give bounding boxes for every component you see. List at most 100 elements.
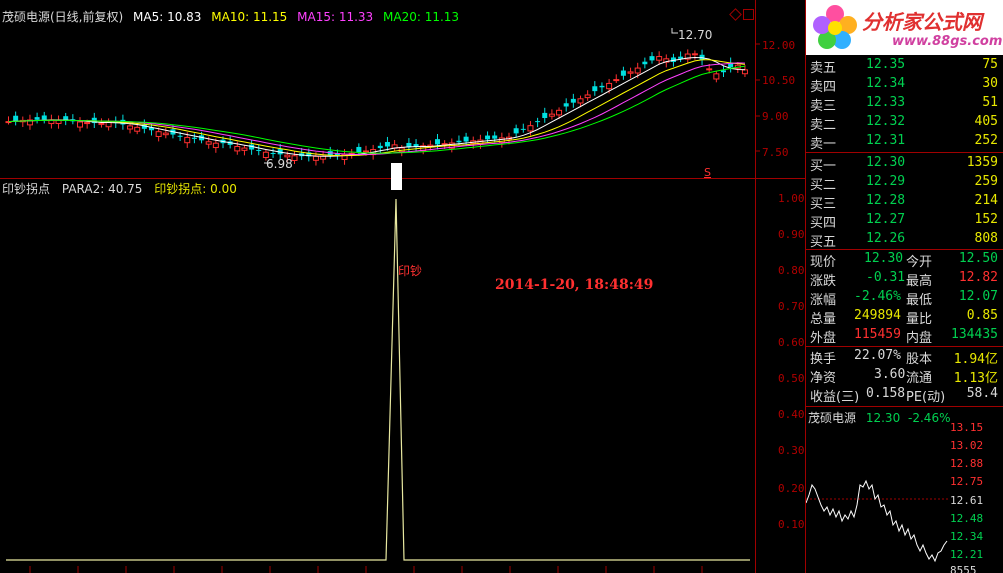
stat-label: 净资 xyxy=(810,371,837,386)
buy-level-label: 买四 xyxy=(810,216,837,231)
stats-divider-2 xyxy=(806,346,1003,347)
candle-body xyxy=(642,61,648,65)
sell-level-label: 卖四 xyxy=(810,80,837,95)
stats-row-nav: 净资 3.60 流通 1.13亿 xyxy=(808,367,1002,386)
sell-level-label: 卖五 xyxy=(810,61,837,76)
stat-label: 股本 xyxy=(906,352,933,367)
buy-level-label: 买一 xyxy=(810,159,837,174)
buy-volume: 808 xyxy=(974,231,998,246)
candle-body xyxy=(691,53,698,56)
candle-body xyxy=(527,125,534,132)
mini-chart-header: 茂硕电源 12.30 -2.46% xyxy=(808,409,950,426)
stat-cap: 1.94亿 xyxy=(953,352,998,367)
candle-body xyxy=(741,69,748,75)
buy-volume: 214 xyxy=(974,193,998,208)
buy-price: 12.28 xyxy=(866,193,906,208)
mini-ytick: 12.75 xyxy=(950,475,984,488)
candle-body xyxy=(34,117,40,120)
candle-body xyxy=(13,115,19,121)
kline-ytick: 10.50 xyxy=(762,74,796,87)
stats-divider xyxy=(806,249,1003,250)
candle-body xyxy=(620,70,626,76)
mini-ytick: 12.88 xyxy=(950,457,984,470)
candle-body xyxy=(77,121,83,128)
candle-body xyxy=(435,139,440,145)
low-label: 6.98 xyxy=(266,157,293,171)
sell-price: 12.34 xyxy=(866,76,906,91)
sell-level-label: 卖三 xyxy=(810,99,837,114)
candle-body xyxy=(256,149,262,151)
candle-body xyxy=(563,103,569,107)
buy-level-label: 买三 xyxy=(810,197,837,212)
stats-row-change: 涨跌 -0.31 最高 12.82 xyxy=(808,270,1002,289)
bottom-axis-ticks xyxy=(29,566,703,573)
candle-body xyxy=(377,145,383,149)
candle-body xyxy=(584,94,591,99)
stat-pct: -2.46% xyxy=(854,289,901,304)
indicator-ytick: 0.20 xyxy=(778,482,805,495)
mini-intraday-chart xyxy=(806,479,948,563)
mini-price: 12.30 xyxy=(865,411,901,425)
sell-level-label: 卖二 xyxy=(810,118,837,133)
candle-body xyxy=(613,79,620,82)
candle-body xyxy=(270,153,276,155)
stat-label: 量比 xyxy=(906,312,933,327)
kline-ytick: 12.00 xyxy=(762,39,796,52)
stat-label: 总量 xyxy=(810,312,837,327)
candle-body xyxy=(205,141,212,145)
stat-label: 收益(三) xyxy=(810,390,860,405)
mini-ytick: 12.48 xyxy=(950,512,984,525)
candle-body xyxy=(513,128,519,134)
buy-price: 12.26 xyxy=(866,231,906,246)
logo-url: www.88gs.com xyxy=(892,34,1003,49)
candle-body xyxy=(84,122,91,125)
kline-ytick: 7.50 xyxy=(762,146,789,159)
stats-row-eps: 收益(三) 0.158 PE(动) 58.4 xyxy=(808,386,1002,405)
candle-body xyxy=(627,71,634,74)
candle-body xyxy=(649,56,655,61)
mini-divider xyxy=(806,406,1003,407)
stats-row-price: 现价 12.30 今开 12.50 xyxy=(808,251,1002,270)
indicator-ytick: 0.30 xyxy=(778,444,805,457)
stat-nav: 3.60 xyxy=(874,367,906,382)
logo[interactable]: 分析家公式网 www.88gs.com xyxy=(806,0,1003,55)
candle-body xyxy=(155,131,162,137)
mini-pct: -2.46% xyxy=(908,411,951,425)
high-label: 12.70 xyxy=(678,28,713,42)
buy-volume: 259 xyxy=(974,174,998,189)
stat-label: 涨跌 xyxy=(810,274,837,289)
candle-body xyxy=(212,142,219,149)
stat-label: 外盘 xyxy=(810,331,837,346)
candle-body xyxy=(492,135,498,139)
buy-price: 12.29 xyxy=(866,174,906,189)
stat-ratio: 0.85 xyxy=(966,308,998,323)
candle-body xyxy=(134,126,141,132)
candle-body xyxy=(548,113,555,117)
high-annotation: 12.70 xyxy=(678,28,712,42)
stat-out: 115459 xyxy=(854,327,901,342)
sell-row: 卖三 12.33 51 xyxy=(808,95,1002,114)
stats-row-pct: 涨幅 -2.46% 最低 12.07 xyxy=(808,289,1002,308)
stat-pe: 58.4 xyxy=(966,386,998,401)
candle-body xyxy=(634,67,641,74)
stats-row-volume: 总量 249894 量比 0.85 xyxy=(808,308,1002,327)
sell-volume: 51 xyxy=(982,95,998,110)
stat-label: 最低 xyxy=(906,293,933,308)
stat-high: 12.82 xyxy=(958,270,998,285)
candle-body xyxy=(234,145,241,152)
mini-stock-name: 茂硕电源 xyxy=(808,411,857,425)
ma20-line xyxy=(8,65,746,154)
buy-row: 买二 12.29 259 xyxy=(808,174,1002,193)
sell-price: 12.35 xyxy=(866,57,906,72)
candle-body xyxy=(706,68,713,71)
indicator-ytick: 0.60 xyxy=(778,336,805,349)
buy-row: 买三 12.28 214 xyxy=(808,193,1002,212)
indicator-ytick: 0.40 xyxy=(778,408,805,421)
stat-low: 12.07 xyxy=(958,289,998,304)
buy-row: 买五 12.26 808 xyxy=(808,231,1002,250)
buy-volume: 1359 xyxy=(966,155,998,170)
sell-volume: 252 xyxy=(974,133,998,148)
candle-body xyxy=(577,98,584,104)
candle-body xyxy=(592,86,598,92)
buy-row: 买一 12.30 1359 xyxy=(808,155,1002,174)
